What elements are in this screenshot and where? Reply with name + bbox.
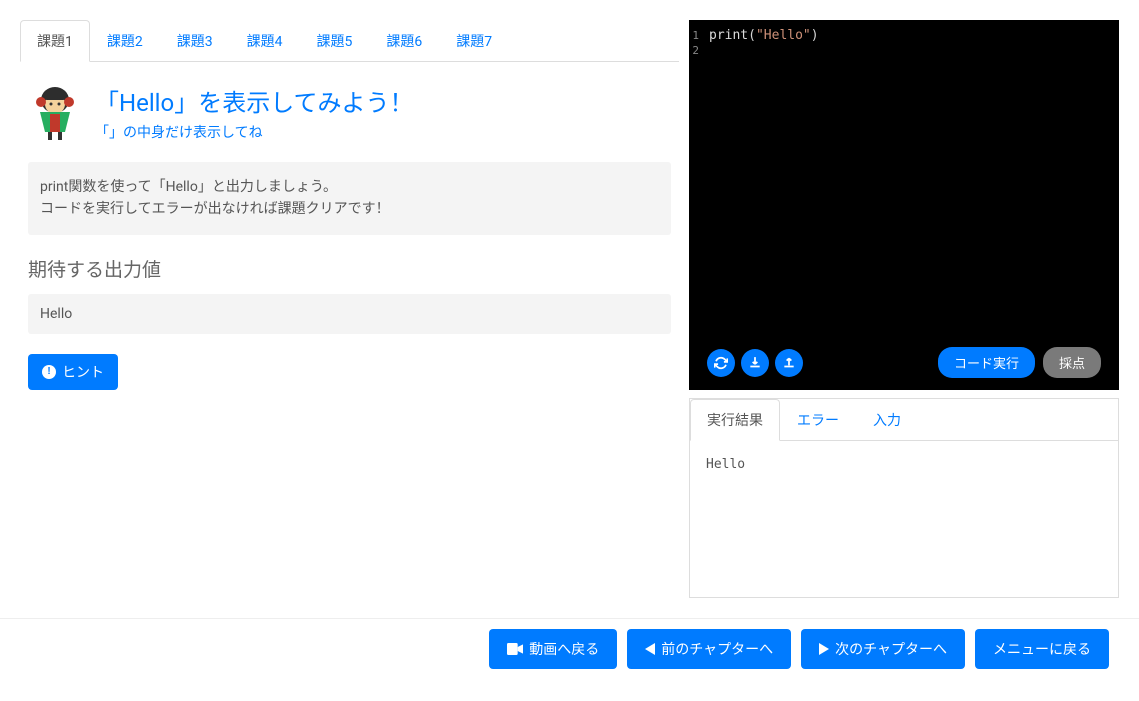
tab-task-1[interactable]: 課題1: [20, 20, 90, 62]
line-number: 2: [689, 43, 709, 57]
next-chapter-button[interactable]: 次のチャプターへ: [801, 629, 965, 669]
task-subtitle: 「」の中身だけ表示してね: [95, 122, 669, 142]
editor-toolbar: コード実行 採点: [689, 347, 1119, 378]
task-title: 「Hello」を表示してみよう！: [95, 83, 669, 118]
tab-result[interactable]: 実行結果: [690, 399, 780, 441]
task-description: print関数を使って「Hello」と出力しましょう。 コードを実行してエラーが…: [28, 162, 671, 235]
tab-task-4[interactable]: 課題4: [230, 20, 300, 62]
upload-icon: [782, 356, 796, 370]
tab-task-6[interactable]: 課題6: [369, 20, 439, 62]
download-button[interactable]: [741, 349, 769, 377]
editor-panel: 1 print("Hello") 2: [689, 20, 1119, 598]
next-icon: [819, 643, 829, 655]
download-icon: [748, 356, 762, 370]
tab-task-5[interactable]: 課題5: [300, 20, 370, 62]
video-icon: [507, 643, 523, 655]
page-footer: 動画へ戻る 前のチャプターへ 次のチャプターへ メニューに戻る: [0, 618, 1139, 689]
code-editor[interactable]: 1 print("Hello") 2: [689, 20, 1119, 390]
character-avatar-icon: [30, 82, 80, 142]
reset-button[interactable]: [707, 349, 735, 377]
refresh-icon: [714, 356, 728, 370]
prev-chapter-button[interactable]: 前のチャプターへ: [627, 629, 791, 669]
desc-line-1: print関数を使って「Hello」と出力しましょう。: [40, 176, 659, 198]
desc-line-2: コードを実行してエラーが出なければ課題クリアです！: [40, 198, 659, 220]
task-content: 「Hello」を表示してみよう！ 「」の中身だけ表示してね print関数を使っ…: [20, 62, 679, 390]
prev-icon: [645, 643, 655, 655]
hint-button[interactable]: ! ヒント: [28, 354, 118, 390]
output-tabs: 実行結果 エラー 入力: [690, 399, 1118, 441]
tab-task-3[interactable]: 課題3: [160, 20, 230, 62]
tab-input[interactable]: 入力: [856, 399, 918, 441]
line-number: 1: [689, 28, 709, 43]
task-panel: 課題1 課題2 課題3 課題4 課題5 課題6 課題7: [20, 20, 679, 598]
code-text: print("Hello"): [709, 28, 819, 43]
code-line-1: 1 print("Hello"): [689, 28, 1119, 43]
code-line-2: 2: [689, 43, 1119, 57]
expected-output-heading: 期待する出力値: [28, 255, 671, 282]
tab-task-2[interactable]: 課題2: [90, 20, 160, 62]
task-tabs: 課題1 課題2 課題3 課題4 課題5 課題6 課題7: [20, 20, 679, 62]
back-to-video-button[interactable]: 動画へ戻る: [489, 629, 617, 669]
grade-button[interactable]: 採点: [1043, 347, 1101, 378]
tab-task-7[interactable]: 課題7: [439, 20, 509, 62]
tab-error[interactable]: エラー: [780, 399, 856, 441]
task-title-block: 「Hello」を表示してみよう！ 「」の中身だけ表示してね: [95, 83, 669, 142]
info-icon: !: [42, 365, 56, 379]
run-code-button[interactable]: コード実行: [938, 347, 1035, 378]
expected-output-value: Hello: [28, 294, 671, 334]
output-content: Hello: [690, 441, 1118, 488]
output-panel: 実行結果 エラー 入力 Hello: [689, 398, 1119, 598]
task-header: 「Hello」を表示してみよう！ 「」の中身だけ表示してね: [20, 82, 679, 142]
upload-button[interactable]: [775, 349, 803, 377]
hint-label: ヒント: [62, 362, 104, 382]
back-to-menu-button[interactable]: メニューに戻る: [975, 629, 1109, 669]
